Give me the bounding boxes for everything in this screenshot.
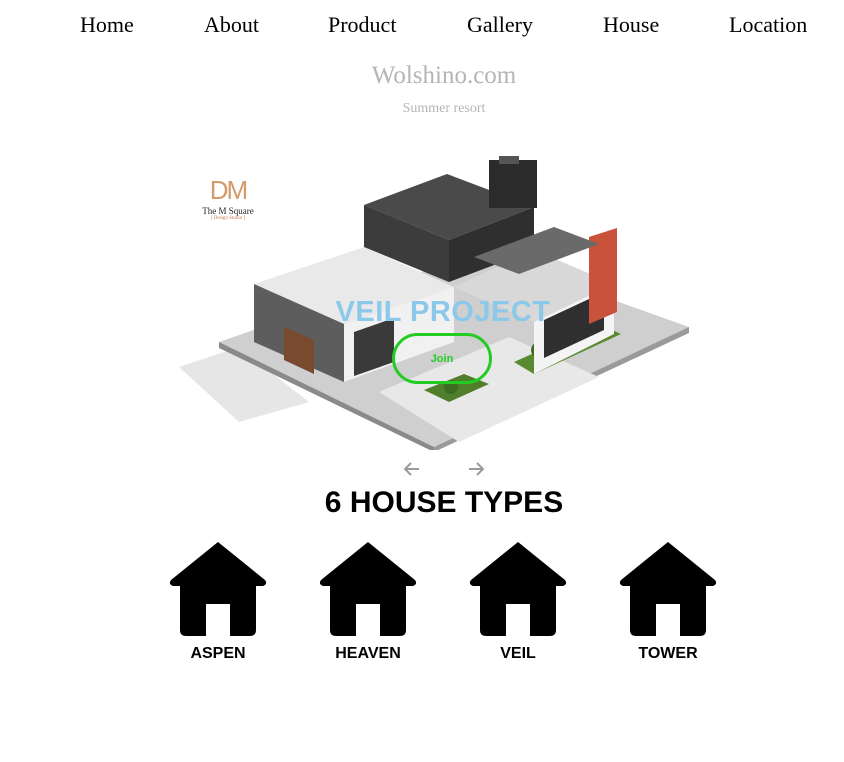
site-tagline: Summer resort: [402, 101, 486, 116]
house-icon: [619, 542, 717, 636]
house-type-label: HEAVEN: [335, 645, 401, 662]
house-icon: [319, 542, 417, 636]
house-types-heading: 6 HOUSE TYPES: [324, 486, 564, 519]
house-type-heaven[interactable]: HEAVEN: [313, 540, 423, 663]
house-type-aspen[interactable]: ASPEN: [163, 540, 273, 663]
house-type-label: TOWER: [638, 645, 698, 662]
hero-slide: DM The M Square [ Design Studio ] VEIL P…: [179, 152, 707, 450]
house-type-veil[interactable]: VEIL: [463, 540, 573, 663]
top-nav: Home About Product Gallery House Locatio…: [0, 12, 844, 44]
nav-location-link[interactable]: Location: [729, 12, 807, 38]
arrow-left-icon: [403, 462, 419, 476]
house-type-tower[interactable]: TOWER: [613, 540, 723, 663]
nav-about-link[interactable]: About: [204, 12, 259, 38]
house-type-label: ASPEN: [190, 645, 246, 662]
house-icon: [169, 542, 267, 636]
site-title: Wolshino.com: [371, 62, 517, 89]
carousel-next-button[interactable]: [464, 458, 488, 480]
join-button[interactable]: Join: [392, 333, 492, 384]
nav-home-link[interactable]: Home: [80, 12, 134, 38]
arrow-right-icon: [469, 462, 485, 476]
carousel-prev-button[interactable]: [400, 458, 424, 480]
nav-house-link[interactable]: House: [603, 12, 659, 38]
studio-logo: DM The M Square [ Design Studio ]: [202, 175, 254, 221]
hero-title: VEIL PROJECT: [335, 296, 551, 328]
nav-product-link[interactable]: Product: [328, 12, 396, 38]
nav-gallery-link[interactable]: Gallery: [467, 12, 533, 38]
house-icon: [469, 542, 567, 636]
house-type-label: VEIL: [500, 645, 536, 662]
